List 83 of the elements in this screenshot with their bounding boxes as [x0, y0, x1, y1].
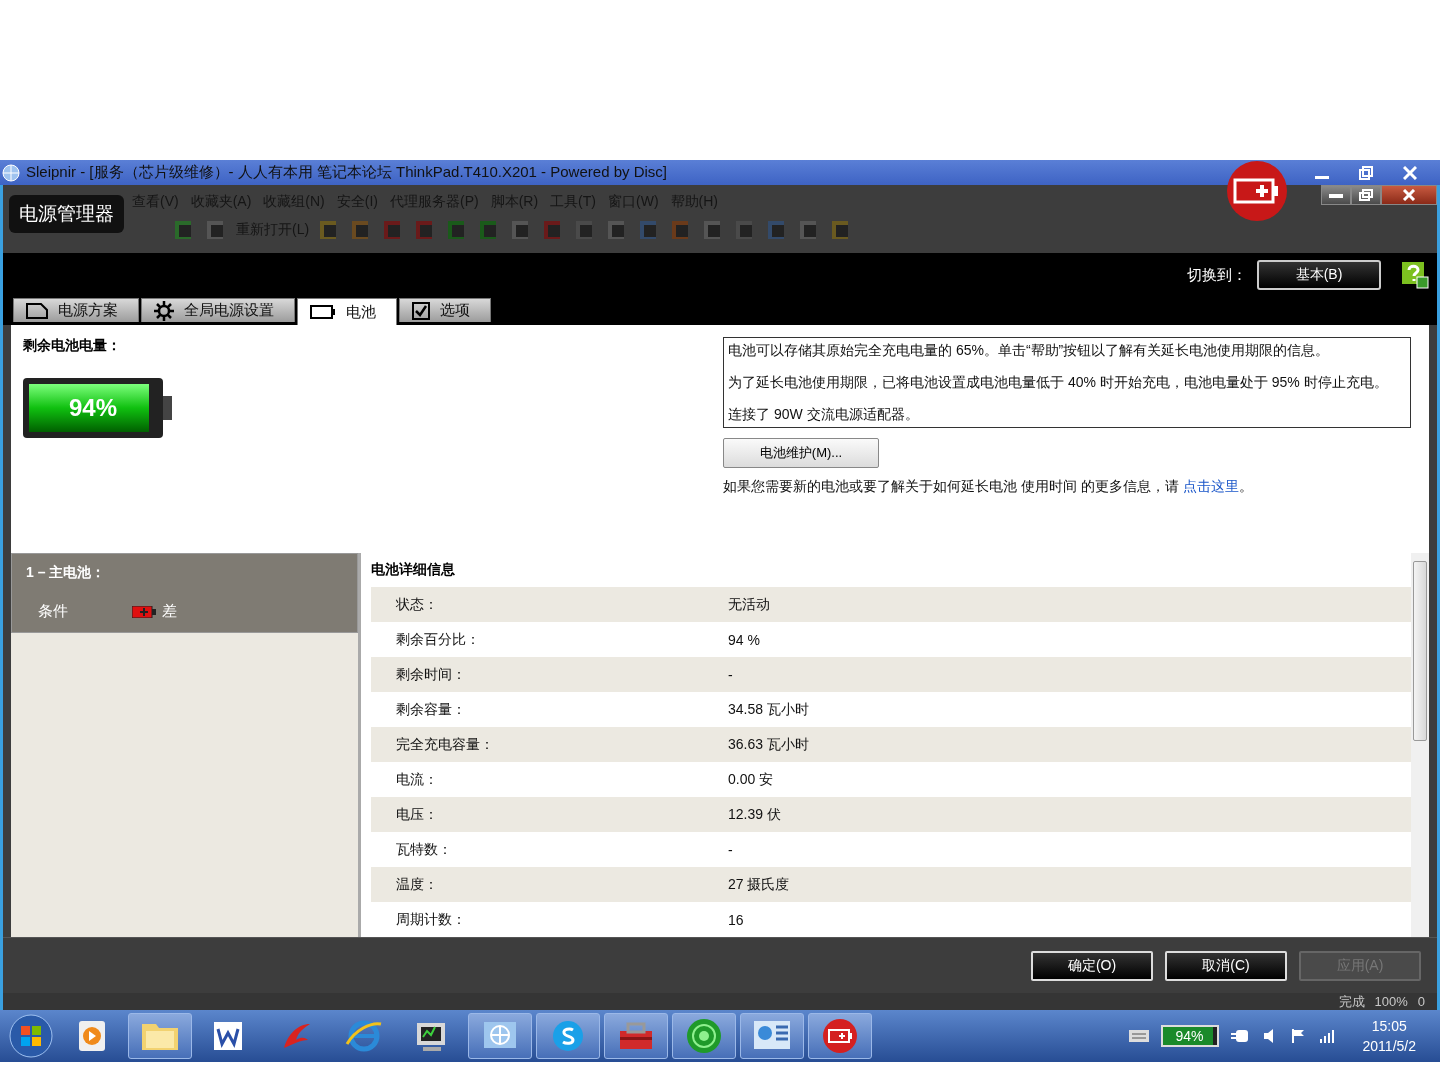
signal-icon[interactable] — [1318, 1029, 1335, 1043]
gear-icon — [154, 300, 174, 321]
clock-date[interactable]: 2011/5/2 — [1362, 1038, 1416, 1054]
detail-value: 36.63 瓦小时 — [728, 735, 809, 754]
battery-meter[interactable]: 94% — [1160, 1025, 1219, 1047]
taskbar-button[interactable] — [468, 1013, 532, 1059]
play-icon — [77, 1019, 107, 1053]
plug-icon[interactable] — [1230, 1028, 1251, 1044]
minimize-icon — [1315, 175, 1329, 179]
window-title: Sleipnir - [服务（芯片级维修）- 人人有本用 笔记本论坛 ThinkPad.T410.X201 - Powered by Disc] — [26, 163, 668, 182]
tab[interactable]: 电池 — [297, 298, 397, 325]
minimize-button[interactable] — [1321, 185, 1351, 205]
battery-icon — [310, 305, 336, 319]
maximize-button[interactable] — [1351, 185, 1381, 205]
details-title: 电池详细信息 — [371, 560, 456, 579]
detail-label: 温度： — [396, 875, 439, 894]
dialog-title: 电源管理器 — [9, 195, 124, 233]
detail-value: 12.39 伏 — [728, 805, 781, 824]
detail-label: 剩余容量： — [396, 700, 467, 719]
tab[interactable]: 全局电源设置 — [141, 298, 295, 322]
battery-logo-icon — [1226, 160, 1288, 222]
detail-label: 剩余时间： — [396, 665, 467, 684]
battery-percent: 94% — [67, 393, 118, 423]
error-count: 0 — [1417, 994, 1425, 1009]
battery-icon — [821, 1017, 859, 1055]
detail-value: 27 摄氏度 — [728, 875, 790, 894]
chat-icon — [550, 1018, 586, 1054]
detail-value: 无活动 — [728, 595, 770, 614]
detail-value: - — [728, 666, 733, 683]
help-icon[interactable] — [1401, 261, 1429, 289]
circle-icon — [685, 1017, 723, 1055]
close-icon — [1403, 165, 1417, 180]
detail-label: 电压： — [396, 805, 439, 824]
remaining-charge-label: 剩余电池电量： — [23, 337, 122, 355]
detail-label: 瓦特数： — [396, 840, 453, 859]
detail-label: 剩余百分比： — [396, 630, 481, 649]
close-button[interactable] — [1381, 185, 1437, 205]
click-here-link[interactable]: 点击这里 — [1182, 478, 1239, 494]
battery-maintenance-button[interactable]: 电池维护(M)... — [723, 438, 879, 468]
detail-value: 0.00 安 — [728, 770, 774, 789]
taskbar-button[interactable] — [604, 1013, 668, 1059]
page-icon — [26, 302, 48, 319]
battery-icon — [132, 605, 156, 618]
taskbar-button[interactable] — [536, 1013, 600, 1059]
detail-label: 电流： — [396, 770, 439, 789]
detail-value: 34.58 瓦小时 — [728, 700, 809, 719]
detail-value: - — [728, 841, 733, 858]
detail-label: 完全充电容量： — [396, 735, 495, 754]
condition-label: 条件 — [38, 602, 69, 621]
detail-label: 周期计数： — [396, 910, 467, 929]
battery-terminal — [163, 396, 172, 420]
restore-icon — [1359, 189, 1373, 201]
basic-mode-button[interactable]: 基本(B) — [1257, 260, 1381, 290]
dialog-button[interactable]: 取消(C) — [1165, 950, 1287, 981]
taskbar-button[interactable] — [808, 1013, 872, 1059]
info-text: 连接了 90W 交流电源适配器。 — [728, 405, 920, 423]
condition-value: 差 — [162, 602, 177, 621]
tab[interactable]: 电源方案 — [13, 298, 139, 322]
dialog-button[interactable]: 确定(O) — [1031, 950, 1153, 981]
info-text: 电池可以存储其原始完全充电电量的 65%。单击“帮助”按钮以了解有关延长电池使用期限的信息。 — [728, 341, 1331, 359]
scrollbar[interactable] — [1411, 553, 1429, 937]
tab[interactable]: 选项 — [399, 298, 491, 322]
zoom-level: 100% — [1374, 994, 1408, 1009]
checkbox-icon — [412, 301, 430, 320]
flag-icon[interactable] — [1290, 1028, 1307, 1044]
minimize-icon — [1329, 192, 1343, 198]
battery-name: 1 – 主电池： — [26, 564, 107, 582]
detail-label: 状态： — [396, 595, 439, 614]
detail-value: 16 — [728, 911, 744, 928]
info-text: 为了延长电池使用期限，已将电池设置成电池电量低于 40% 时开始充电，电池电量处于 95% 时停止充电。 — [728, 373, 1389, 391]
keyboard-icon[interactable] — [1128, 1030, 1149, 1042]
status-text: 完成 — [1338, 992, 1365, 1011]
start-button[interactable] — [6, 1013, 56, 1059]
clock-time[interactable]: 15:05 — [1371, 1018, 1407, 1034]
restore-icon — [1359, 165, 1373, 180]
switch-label: 切换到： — [1187, 265, 1247, 285]
detail-value: 94 % — [728, 631, 760, 648]
more-info-text: 如果您需要新的电池或要了解关于如何延长电池 使用时间 的更多信息，请 点击这里。 — [723, 478, 1254, 496]
close-icon — [1402, 189, 1416, 201]
battery-card[interactable]: 1 – 主电池： 条件 差 — [11, 553, 358, 633]
document-icon — [212, 1020, 244, 1052]
globe-icon — [2, 163, 20, 182]
globe-icon — [345, 1018, 383, 1054]
